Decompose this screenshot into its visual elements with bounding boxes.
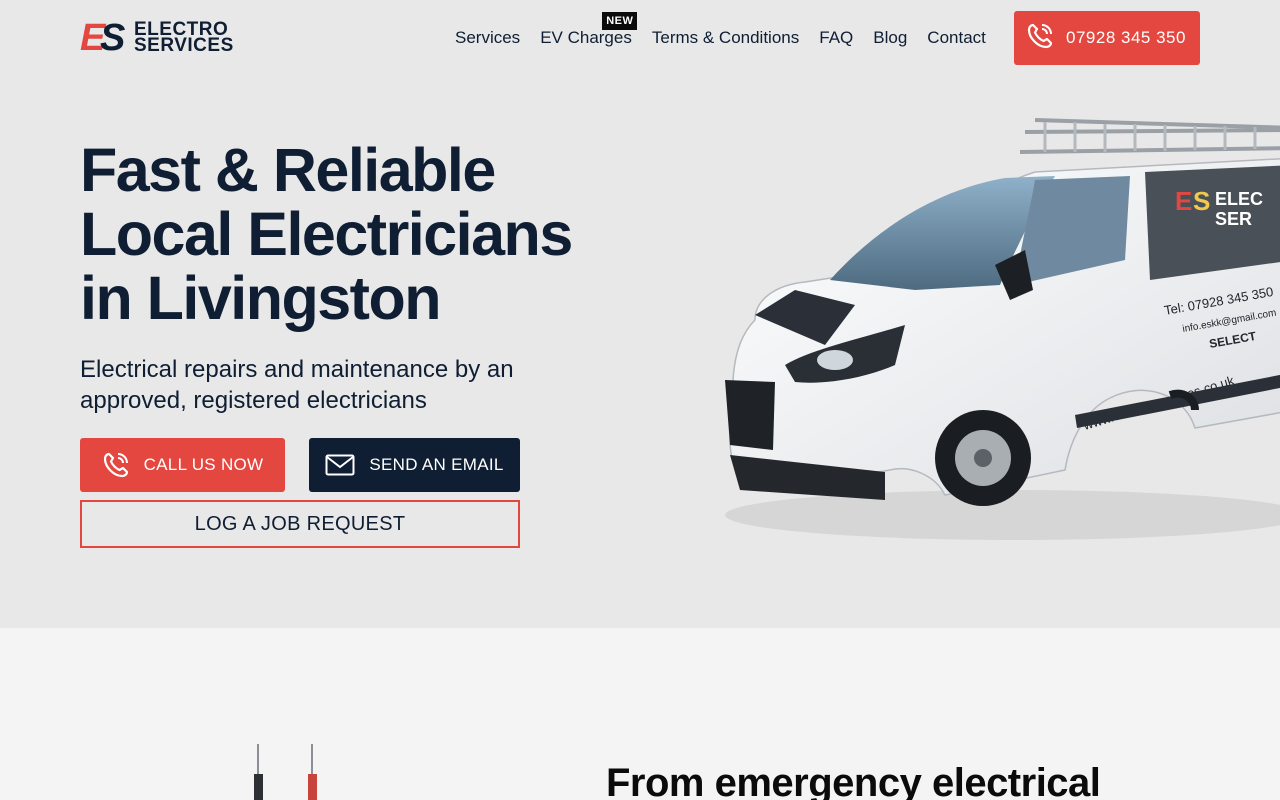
section-title: From emergency electrical [606, 761, 1101, 800]
header-phone-button[interactable]: 07928 345 350 [1014, 11, 1200, 65]
main-nav: Services EV Charges NEW Terms & Condition… [455, 12, 986, 50]
nav-ev-charges[interactable]: EV Charges NEW [540, 12, 638, 48]
send-email-label: SEND AN EMAIL [369, 455, 504, 474]
svg-text:ELEC: ELEC [1215, 189, 1263, 209]
nav-services[interactable]: Services [455, 28, 520, 48]
svg-text:SER: SER [1215, 209, 1252, 229]
log-job-request-button[interactable]: LOG A JOB REQUEST [80, 500, 520, 548]
nav-faq[interactable]: FAQ [819, 28, 853, 48]
nav-ev-charges-label: EV Charges [540, 28, 632, 47]
test-probes-image [254, 744, 317, 800]
nav-terms[interactable]: Terms & Conditions [652, 28, 799, 48]
mail-icon [325, 454, 355, 476]
nav-blog[interactable]: Blog [873, 28, 907, 48]
header-phone-number: 07928 345 350 [1066, 28, 1186, 47]
svg-text:S: S [1193, 186, 1210, 216]
call-us-label: CALL US NOW [143, 455, 264, 474]
service-van-image: E S ELEC SER Tel: 07928 345 350 info.esk… [725, 118, 1280, 540]
hero-subtitle: Electrical repairs and maintenance by an… [80, 356, 514, 414]
nav-contact[interactable]: Contact [927, 28, 986, 48]
hero-title: Fast & Reliable Local Electricians in Li… [80, 136, 573, 332]
new-badge: NEW [602, 12, 638, 30]
logo-mark: ES [80, 17, 126, 59]
phone-icon [102, 451, 130, 479]
logo-wordmark: ELECTRO SERVICES [134, 19, 234, 56]
send-email-button[interactable]: SEND AN EMAIL [309, 438, 520, 492]
call-us-button[interactable]: CALL US NOW [80, 438, 285, 492]
site-logo[interactable]: ES ELECTRO SERVICES [80, 17, 260, 59]
svg-text:E: E [1175, 186, 1192, 216]
phone-icon [1026, 22, 1054, 54]
